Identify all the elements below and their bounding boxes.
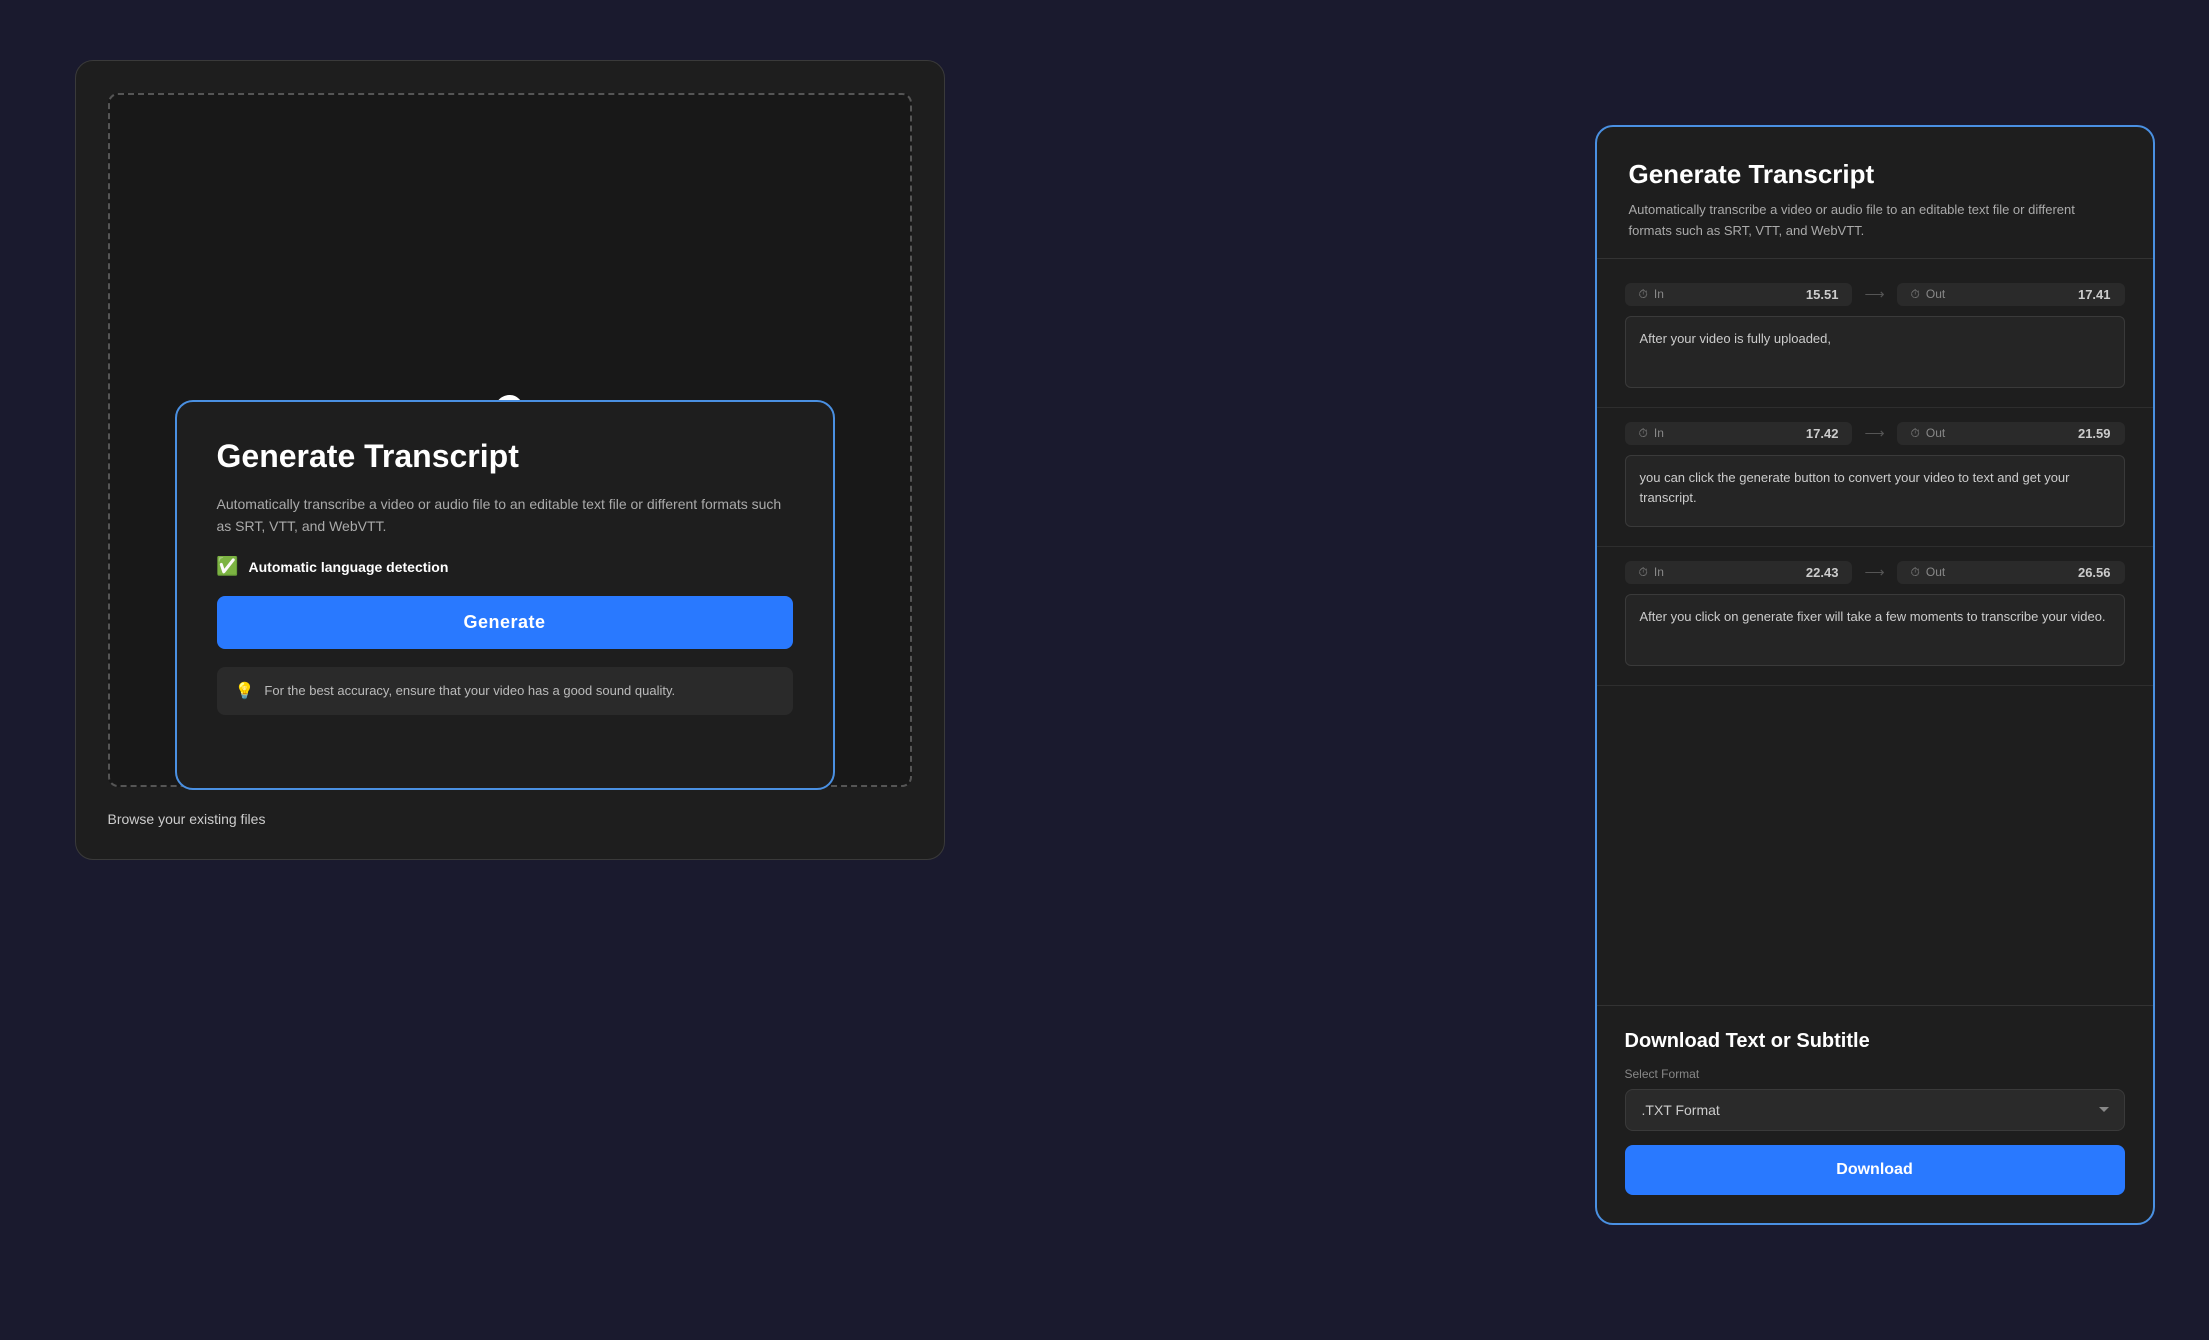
feature-label: Automatic language detection: [249, 559, 449, 575]
segment-1-textarea[interactable]: [1625, 316, 2125, 388]
right-panel-header: Generate Transcript Automatically transc…: [1597, 127, 2153, 259]
out-label-3: Out: [1926, 565, 1945, 579]
in-label-3: In: [1654, 565, 1664, 579]
in-value-2: 17.42: [1806, 426, 1839, 441]
transcript-segment-2: ⏱ In 17.42 ⟶ ⏱ Out 21.59: [1597, 408, 2153, 547]
segment-2-in-block: ⏱ In 17.42: [1625, 422, 1853, 445]
generate-transcript-card: Generate Transcript Automatically transc…: [175, 400, 835, 790]
download-title: Download Text or Subtitle: [1625, 1030, 2125, 1053]
select-format-label: Select Format: [1625, 1067, 2125, 1081]
transcript-segment-1: ⏱ In 15.51 ⟶ ⏱ Out 17.41: [1597, 269, 2153, 408]
in-label-2: In: [1654, 426, 1664, 440]
tip-box: 💡 For the best accuracy, ensure that you…: [217, 667, 793, 715]
arrow-icon-3: ⟶: [1860, 564, 1888, 581]
tip-text: For the best accuracy, ensure that your …: [264, 683, 675, 698]
segment-3-header: ⏱ In 22.43 ⟶ ⏱ Out 26.56: [1625, 561, 2125, 584]
clock-out-icon-3: ⏱: [1911, 565, 1920, 580]
segment-3-out-block: ⏱ Out 26.56: [1897, 561, 2125, 584]
transcript-segment-3: ⏱ In 22.43 ⟶ ⏱ Out 26.56: [1597, 547, 2153, 686]
segment-2-header: ⏱ In 17.42 ⟶ ⏱ Out 21.59: [1625, 422, 2125, 445]
out-label-2: Out: [1926, 426, 1945, 440]
clock-out-icon-2: ⏱: [1911, 426, 1920, 441]
in-value-3: 22.43: [1806, 565, 1839, 580]
out-value-3: 26.56: [2078, 565, 2111, 580]
generate-button[interactable]: Generate: [217, 596, 793, 649]
segment-1-in-block: ⏱ In 15.51: [1625, 283, 1853, 306]
clock-in-icon-3: ⏱: [1639, 565, 1648, 580]
transcript-scroll-area[interactable]: ⏱ In 15.51 ⟶ ⏱ Out 17.41: [1597, 259, 2153, 1005]
clock-out-icon-1: ⏱: [1911, 287, 1920, 302]
arrow-icon-2: ⟶: [1860, 425, 1888, 442]
download-section: Download Text or Subtitle Select Format …: [1597, 1005, 2153, 1223]
arrow-icon-1: ⟶: [1860, 286, 1888, 303]
clock-in-icon-1: ⏱: [1639, 287, 1648, 302]
segment-1-header: ⏱ In 15.51 ⟶ ⏱ Out 17.41: [1625, 283, 2125, 306]
out-label-1: Out: [1926, 287, 1945, 301]
right-panel-description: Automatically transcribe a video or audi…: [1629, 200, 2121, 242]
card-description: Automatically transcribe a video or audi…: [217, 493, 793, 538]
out-value-2: 21.59: [2078, 426, 2111, 441]
segment-1-out-block: ⏱ Out 17.41: [1897, 283, 2125, 306]
download-button[interactable]: Download: [1625, 1145, 2125, 1195]
segment-2-out-block: ⏱ Out 21.59: [1897, 422, 2125, 445]
card-title: Generate Transcript: [217, 438, 793, 475]
right-panel: Generate Transcript Automatically transc…: [1595, 125, 2155, 1225]
in-label-1: In: [1654, 287, 1664, 301]
segment-3-in-block: ⏱ In 22.43: [1625, 561, 1853, 584]
browse-files-text[interactable]: Browse your existing files: [108, 811, 912, 827]
segment-3-textarea[interactable]: [1625, 594, 2125, 666]
clock-in-icon-2: ⏱: [1639, 426, 1648, 441]
format-select[interactable]: .TXT Format .SRT Format .VTT Format .Web…: [1625, 1089, 2125, 1131]
auto-language-feature: ✅ Automatic language detection: [217, 556, 793, 578]
check-circle-icon: ✅: [217, 556, 239, 578]
in-value-1: 15.51: [1806, 287, 1839, 302]
out-value-1: 17.41: [2078, 287, 2111, 302]
segment-2-textarea[interactable]: [1625, 455, 2125, 527]
bulb-icon: 💡: [235, 681, 255, 701]
right-panel-title: Generate Transcript: [1629, 159, 2121, 190]
